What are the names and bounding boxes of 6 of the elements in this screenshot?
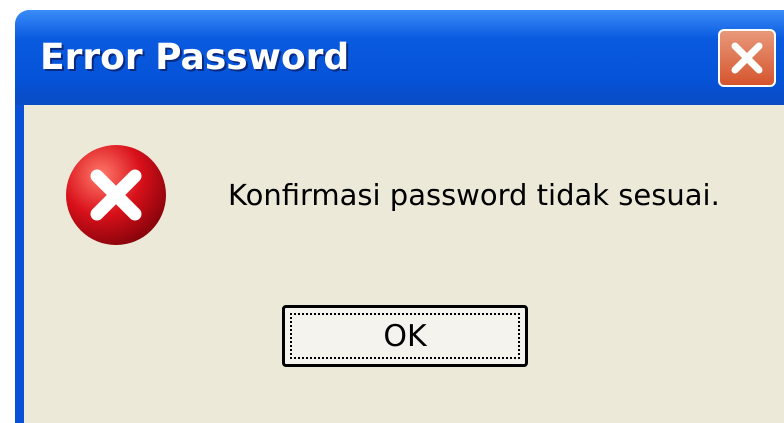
ok-button[interactable]: OK xyxy=(282,305,528,367)
window-title: Error Password xyxy=(40,37,350,78)
error-icon xyxy=(64,143,168,247)
error-message: Konfirmasi password tidak sesuai. xyxy=(228,178,720,212)
close-icon xyxy=(730,40,764,74)
close-button[interactable] xyxy=(718,28,776,86)
